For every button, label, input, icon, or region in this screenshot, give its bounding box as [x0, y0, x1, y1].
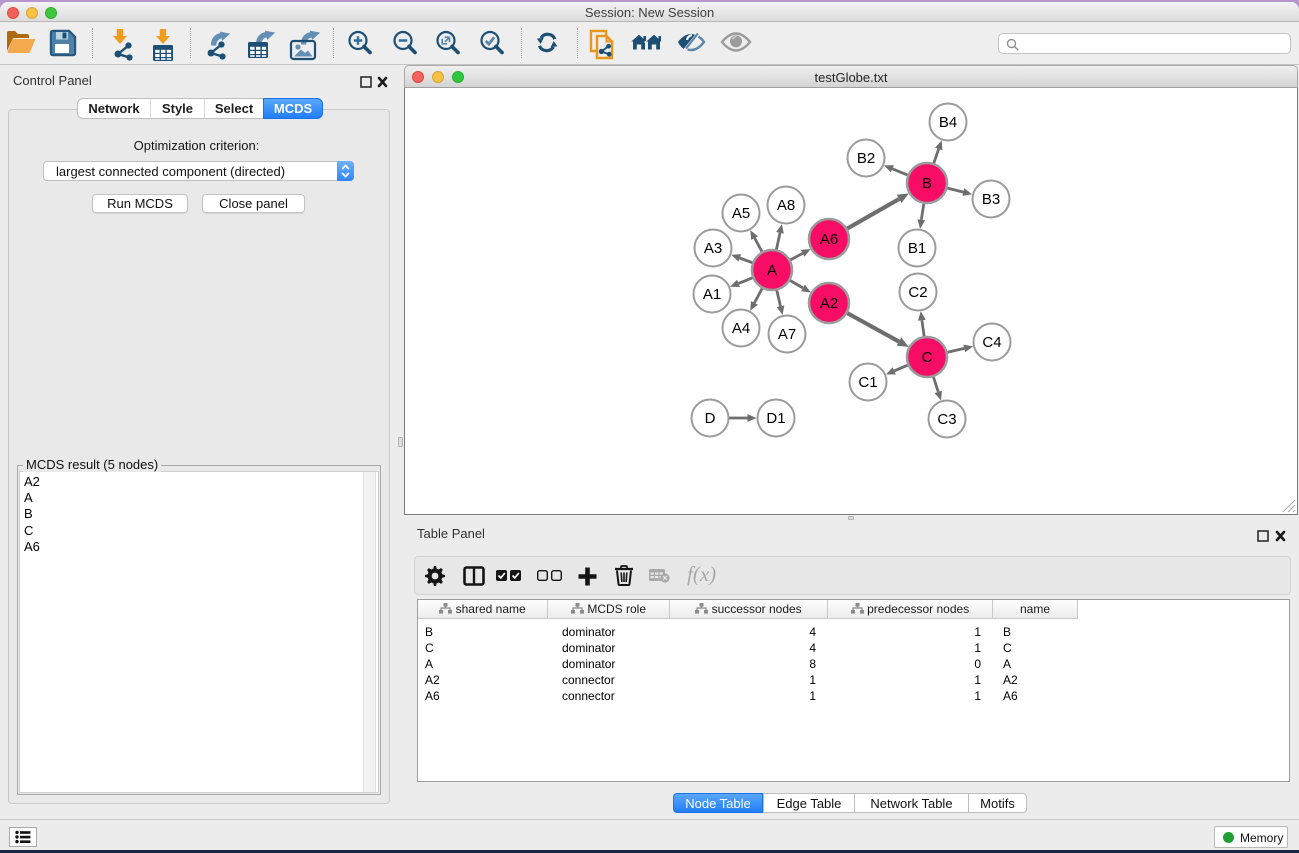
svg-text:A3: A3	[704, 240, 722, 257]
svg-text:A6: A6	[820, 231, 838, 248]
svg-text:A7: A7	[778, 326, 796, 343]
svg-text:C: C	[922, 349, 933, 366]
svg-text:B3: B3	[982, 191, 1000, 208]
svg-text:A1: A1	[703, 286, 721, 303]
svg-text:B: B	[922, 175, 932, 192]
svg-text:C2: C2	[908, 284, 927, 301]
svg-text:A5: A5	[732, 205, 750, 222]
svg-text:B2: B2	[857, 150, 875, 167]
svg-text:C4: C4	[982, 334, 1001, 351]
svg-text:D1: D1	[766, 410, 785, 427]
svg-text:D: D	[705, 410, 716, 427]
svg-text:C3: C3	[937, 411, 956, 428]
svg-text:A: A	[767, 262, 777, 279]
svg-text:C1: C1	[858, 374, 877, 391]
svg-text:A8: A8	[777, 197, 795, 214]
svg-text:B4: B4	[939, 114, 957, 131]
svg-text:B1: B1	[908, 240, 926, 257]
svg-text:A4: A4	[732, 320, 750, 337]
svg-text:A2: A2	[820, 295, 838, 312]
